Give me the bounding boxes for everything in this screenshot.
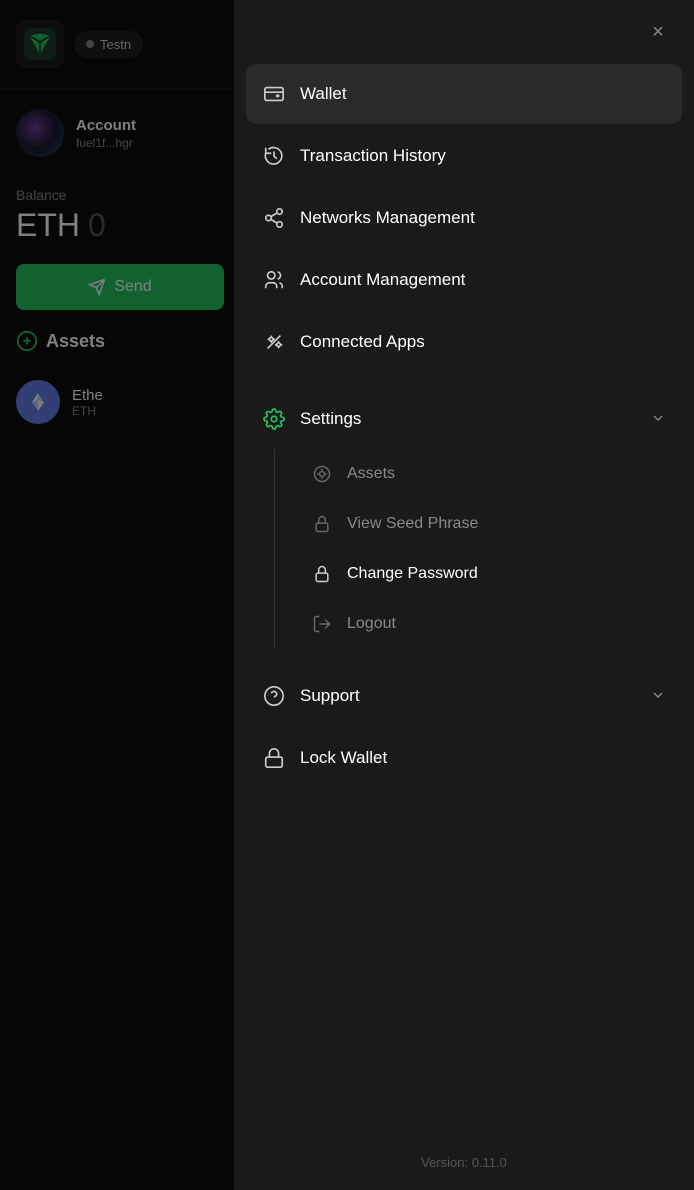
transaction-history-label: Transaction History	[300, 146, 666, 166]
support-icon	[262, 684, 286, 708]
menu-item-wallet[interactable]: Wallet	[246, 64, 682, 124]
submenu-item-change-password[interactable]: Change Password	[295, 549, 682, 599]
menu-item-transaction-history[interactable]: Transaction History	[246, 126, 682, 186]
logout-icon	[311, 613, 333, 635]
menu-close-row: ×	[234, 0, 694, 64]
network-icon	[262, 206, 286, 230]
assets-sub-icon	[311, 463, 333, 485]
menu-item-networks[interactable]: Networks Management	[246, 188, 682, 248]
connected-apps-label: Connected Apps	[300, 332, 666, 352]
lock-wallet-label: Lock Wallet	[300, 748, 666, 768]
menu-item-connected-apps[interactable]: Connected Apps	[246, 312, 682, 372]
menu-item-lock-wallet[interactable]: Lock Wallet	[246, 728, 682, 788]
support-section: Support	[246, 666, 682, 726]
account-management-label: Account Management	[300, 270, 666, 290]
assets-sub-label: Assets	[347, 465, 395, 483]
settings-header[interactable]: Settings	[246, 389, 682, 449]
side-menu: × Wallet Transactio	[234, 0, 694, 1190]
wallet-icon	[262, 82, 286, 106]
networks-label: Networks Management	[300, 208, 666, 228]
logout-label: Logout	[347, 615, 396, 633]
close-button[interactable]: ×	[642, 16, 674, 48]
lock-icon	[311, 513, 333, 535]
history-icon	[262, 144, 286, 168]
seed-phrase-label: View Seed Phrase	[347, 515, 478, 533]
settings-label: Settings	[300, 409, 636, 429]
submenu-item-seed-phrase[interactable]: View Seed Phrase	[295, 499, 682, 549]
lock-wallet-icon	[262, 746, 286, 770]
settings-icon	[262, 407, 286, 431]
menu-item-account-management[interactable]: Account Management	[246, 250, 682, 310]
account-icon	[262, 268, 286, 292]
settings-section: Settings	[246, 389, 682, 649]
support-label: Support	[300, 686, 636, 706]
submenu-item-logout[interactable]: Logout	[295, 599, 682, 649]
settings-chevron-icon	[650, 410, 666, 429]
version-text: Version: 0.11.0	[234, 1135, 694, 1190]
lock-icon-2	[311, 563, 333, 585]
settings-submenu: Assets View Seed Phrase	[274, 449, 682, 649]
change-password-label: Change Password	[347, 565, 478, 583]
menu-divider-2	[246, 657, 682, 658]
apps-icon	[262, 330, 286, 354]
menu-item-support[interactable]: Support	[246, 666, 682, 726]
menu-items-container: Wallet Transaction History	[234, 64, 694, 1135]
submenu-item-assets[interactable]: Assets	[295, 449, 682, 499]
wallet-label: Wallet	[300, 84, 666, 104]
menu-divider	[246, 380, 682, 381]
support-chevron-icon	[650, 687, 666, 706]
